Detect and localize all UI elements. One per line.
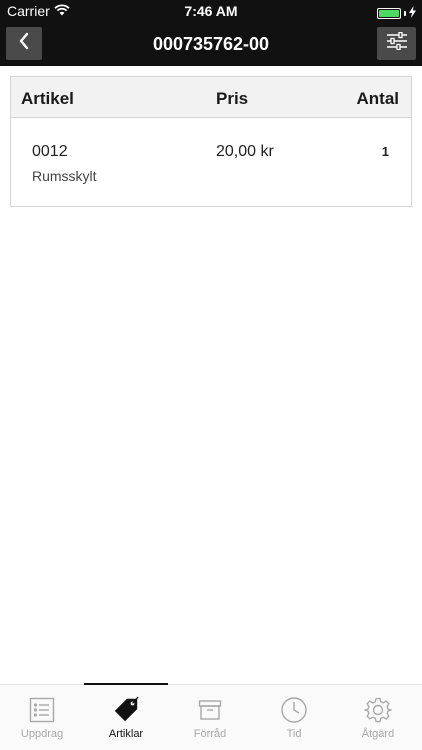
- article-table: Artikel Pris Antal 0012 Rumsskylt 20,00 …: [10, 76, 412, 207]
- tab-artiklar[interactable]: Artiklar: [84, 683, 168, 750]
- gear-icon: [364, 696, 392, 724]
- tab-bar: Uppdrag Artiklar Förråd Tid Åtgärd: [0, 683, 422, 750]
- tab-label: Uppdrag: [20, 728, 64, 740]
- active-tab-indicator: [84, 683, 168, 685]
- filter-button[interactable]: [377, 27, 416, 60]
- tag-icon: [112, 696, 140, 724]
- article-code: 0012: [32, 143, 68, 160]
- column-header-pris: Pris: [216, 89, 249, 108]
- table-row[interactable]: 0012 Rumsskylt 20,00 kr 1: [11, 118, 411, 206]
- tab-label: Åtgärd: [361, 728, 395, 740]
- article-name: Rumsskylt: [32, 168, 97, 184]
- chevron-left-icon: [18, 32, 30, 55]
- article-price: 20,00 kr: [216, 143, 274, 160]
- tab-tid[interactable]: Tid: [252, 685, 336, 750]
- charging-bolt-icon: [409, 5, 416, 21]
- tab-atgard[interactable]: Åtgärd: [336, 685, 420, 750]
- tab-label: Artiklar: [108, 728, 144, 740]
- back-button[interactable]: [6, 27, 42, 60]
- navigation-bar: 000735762-00: [0, 22, 422, 66]
- tab-label: Förråd: [193, 728, 227, 740]
- sliders-icon: [386, 31, 408, 55]
- screen: Carrier 7:46 AM 000735762-00 Artikel Pri…: [0, 0, 422, 750]
- top-bar: Carrier 7:46 AM 000735762-00: [0, 0, 422, 66]
- battery-icon: [377, 7, 401, 19]
- clock-icon: [280, 696, 308, 724]
- article-quantity: 1: [381, 144, 389, 159]
- status-time: 7:46 AM: [184, 3, 238, 19]
- tab-forrad[interactable]: Förråd: [168, 685, 252, 750]
- tab-label: Tid: [286, 728, 302, 740]
- column-header-antal: Antal: [356, 89, 400, 108]
- battery-indicator: [377, 5, 416, 21]
- page-title: 000735762-00: [152, 34, 270, 54]
- tab-uppdrag[interactable]: Uppdrag: [0, 685, 84, 750]
- archive-box-icon: [196, 696, 224, 724]
- list-icon: [28, 696, 56, 724]
- status-bar: Carrier 7:46 AM: [0, 0, 422, 22]
- column-header-artikel: Artikel: [21, 89, 74, 108]
- table-header: Artikel Pris Antal: [11, 77, 411, 118]
